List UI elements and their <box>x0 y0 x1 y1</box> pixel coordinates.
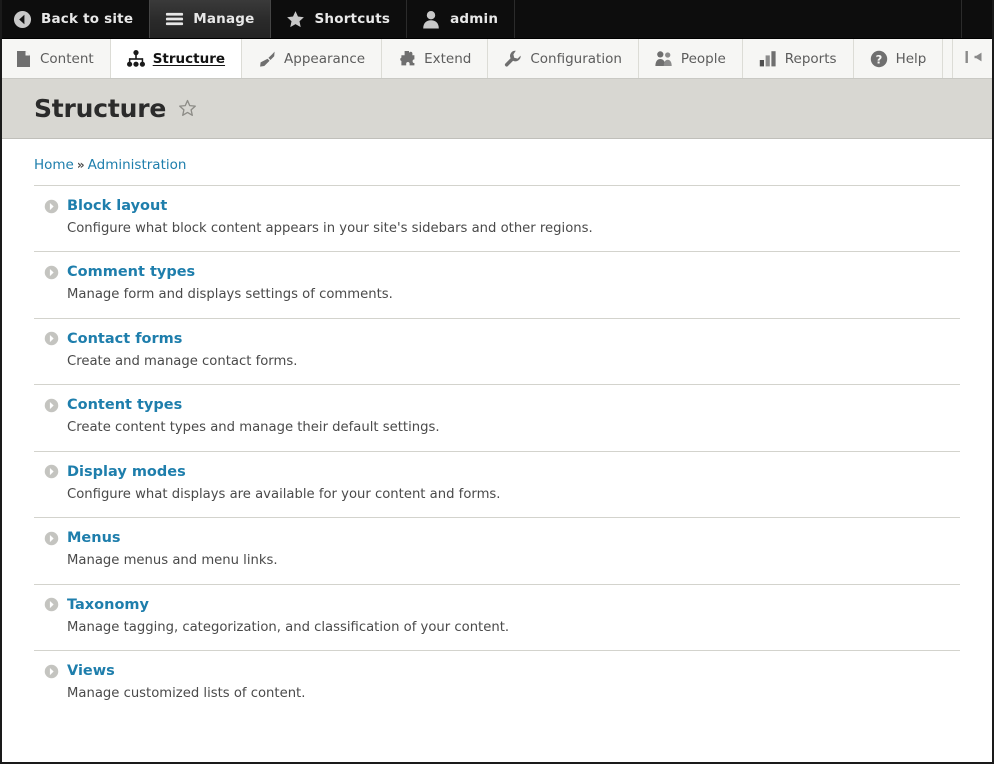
admin-tab-label: Appearance <box>284 50 366 67</box>
list-item-heading: Views <box>44 663 960 679</box>
collapse-to-left-icon <box>964 50 984 68</box>
wrench-icon <box>504 50 522 68</box>
admin-task-list: Block layout Configure what block conten… <box>34 185 960 717</box>
admin-link-block-layout[interactable]: Block layout <box>67 198 167 214</box>
list-item: Display modes Configure what displays ar… <box>34 452 960 519</box>
user-avatar-icon <box>421 9 441 29</box>
main-content: Home» Administration Block layout Configu… <box>2 139 992 717</box>
admin-tab-configuration[interactable]: Configuration <box>488 39 639 78</box>
star-icon <box>285 9 305 29</box>
chevron-right-circle-icon <box>44 464 59 479</box>
svg-text:?: ? <box>875 52 882 66</box>
admin-tab-label: Reports <box>784 50 837 67</box>
list-item-description: Create and manage contact forms. <box>67 353 298 369</box>
toolbar-item-user-admin[interactable]: admin <box>407 0 516 38</box>
list-item: Menus Manage menus and menu links. <box>34 518 960 585</box>
admin-tab-label: Configuration <box>530 50 622 67</box>
breadcrumb-item-home[interactable]: Home <box>34 157 74 173</box>
admin-tab-people[interactable]: People <box>638 39 743 78</box>
chevron-right-circle-icon <box>44 597 59 612</box>
chevron-right-circle-icon <box>44 331 59 346</box>
people-icon <box>655 50 673 68</box>
admin-tab-reports[interactable]: Reports <box>742 39 854 78</box>
bar-chart-icon <box>759 50 777 68</box>
chevron-right-circle-icon <box>44 664 59 679</box>
list-item: Block layout Configure what block conten… <box>34 186 960 253</box>
admin-link-taxonomy[interactable]: Taxonomy <box>67 597 149 613</box>
list-item-heading: Taxonomy <box>44 597 960 613</box>
admin-tab-structure[interactable]: Structure <box>110 39 243 78</box>
back-arrow-circle-icon <box>12 9 32 29</box>
star-outline-icon[interactable] <box>178 99 197 118</box>
list-item-description: Manage tagging, categorization, and clas… <box>67 619 510 635</box>
list-item-heading: Display modes <box>44 464 960 480</box>
toolbar-spacer <box>515 0 962 38</box>
admin-tabs-filler <box>943 39 953 78</box>
chevron-right-circle-icon <box>44 199 59 214</box>
chevron-right-circle-icon <box>44 265 59 280</box>
list-item-heading: Content types <box>44 397 960 413</box>
admin-link-menus[interactable]: Menus <box>67 530 121 546</box>
list-item-description: Manage customized lists of content. <box>67 686 306 702</box>
page-title-band: Structure <box>2 79 992 139</box>
toolbar-item-label: Shortcuts <box>314 11 391 27</box>
primary-toolbar: Back to site Manage Shortcuts admin <box>2 0 992 39</box>
document-icon <box>14 50 32 68</box>
admin-menu-tabs: Content Structure Appearance Extend Conf… <box>2 39 992 79</box>
toolbar-item-label: admin <box>450 11 499 27</box>
admin-tab-label: People <box>680 50 726 67</box>
toolbar-item-shortcuts[interactable]: Shortcuts <box>271 0 408 38</box>
list-item-heading: Comment types <box>44 264 960 280</box>
list-item: Taxonomy Manage tagging, categorization,… <box>34 585 960 652</box>
list-item-description: Manage form and displays settings of com… <box>67 287 393 303</box>
chevron-right-circle-icon <box>44 531 59 546</box>
admin-page: Back to site Manage Shortcuts admin Cont… <box>0 0 994 764</box>
chevron-right-circle-icon <box>44 398 59 413</box>
toolbar-orientation-toggle[interactable] <box>953 39 992 78</box>
admin-tab-label: Extend <box>424 50 472 67</box>
list-item-description: Manage menus and menu links. <box>67 553 278 569</box>
toolbar-item-label: Back to site <box>41 11 134 27</box>
list-item: Comment types Manage form and displays s… <box>34 252 960 319</box>
admin-tab-appearance[interactable]: Appearance <box>242 39 383 78</box>
admin-tab-label: Structure <box>152 50 226 67</box>
admin-tab-help[interactable]: ? Help <box>853 39 944 78</box>
list-item-description: Configure what block content appears in … <box>67 221 593 236</box>
admin-tab-label: Help <box>895 50 927 67</box>
paintbrush-icon <box>258 50 276 68</box>
breadcrumb-separator: » <box>76 158 85 172</box>
toolbar-item-label: Manage <box>193 11 255 27</box>
list-item-heading: Block layout <box>44 198 960 214</box>
admin-link-views[interactable]: Views <box>67 663 115 679</box>
list-item-heading: Menus <box>44 530 960 546</box>
list-item: Content types Create content types and m… <box>34 385 960 452</box>
list-item: Contact forms Create and manage contact … <box>34 319 960 386</box>
list-item-heading: Contact forms <box>44 331 960 347</box>
toolbar-end-region <box>962 0 992 38</box>
breadcrumb: Home» Administration <box>34 139 960 185</box>
puzzle-piece-icon <box>398 50 416 68</box>
question-mark-circle-icon: ? <box>870 50 888 68</box>
admin-link-content-types[interactable]: Content types <box>67 397 182 413</box>
admin-link-display-modes[interactable]: Display modes <box>67 464 186 480</box>
toolbar-item-manage[interactable]: Manage <box>149 0 272 38</box>
sitemap-icon <box>126 50 145 68</box>
list-item: Views Manage customized lists of content… <box>34 651 960 716</box>
admin-link-comment-types[interactable]: Comment types <box>67 264 195 280</box>
breadcrumb-item-administration[interactable]: Administration <box>88 157 187 173</box>
admin-tab-label: Content <box>40 50 94 67</box>
list-item-description: Configure what displays are available fo… <box>67 486 501 502</box>
page-title: Structure <box>34 94 167 123</box>
admin-link-contact-forms[interactable]: Contact forms <box>67 331 182 347</box>
hamburger-menu-icon <box>164 9 184 29</box>
toolbar-item-back-to-site[interactable]: Back to site <box>2 0 149 38</box>
list-item-description: Create content types and manage their de… <box>67 420 440 436</box>
admin-tab-extend[interactable]: Extend <box>382 39 489 78</box>
admin-tab-content[interactable]: Content <box>2 39 111 78</box>
